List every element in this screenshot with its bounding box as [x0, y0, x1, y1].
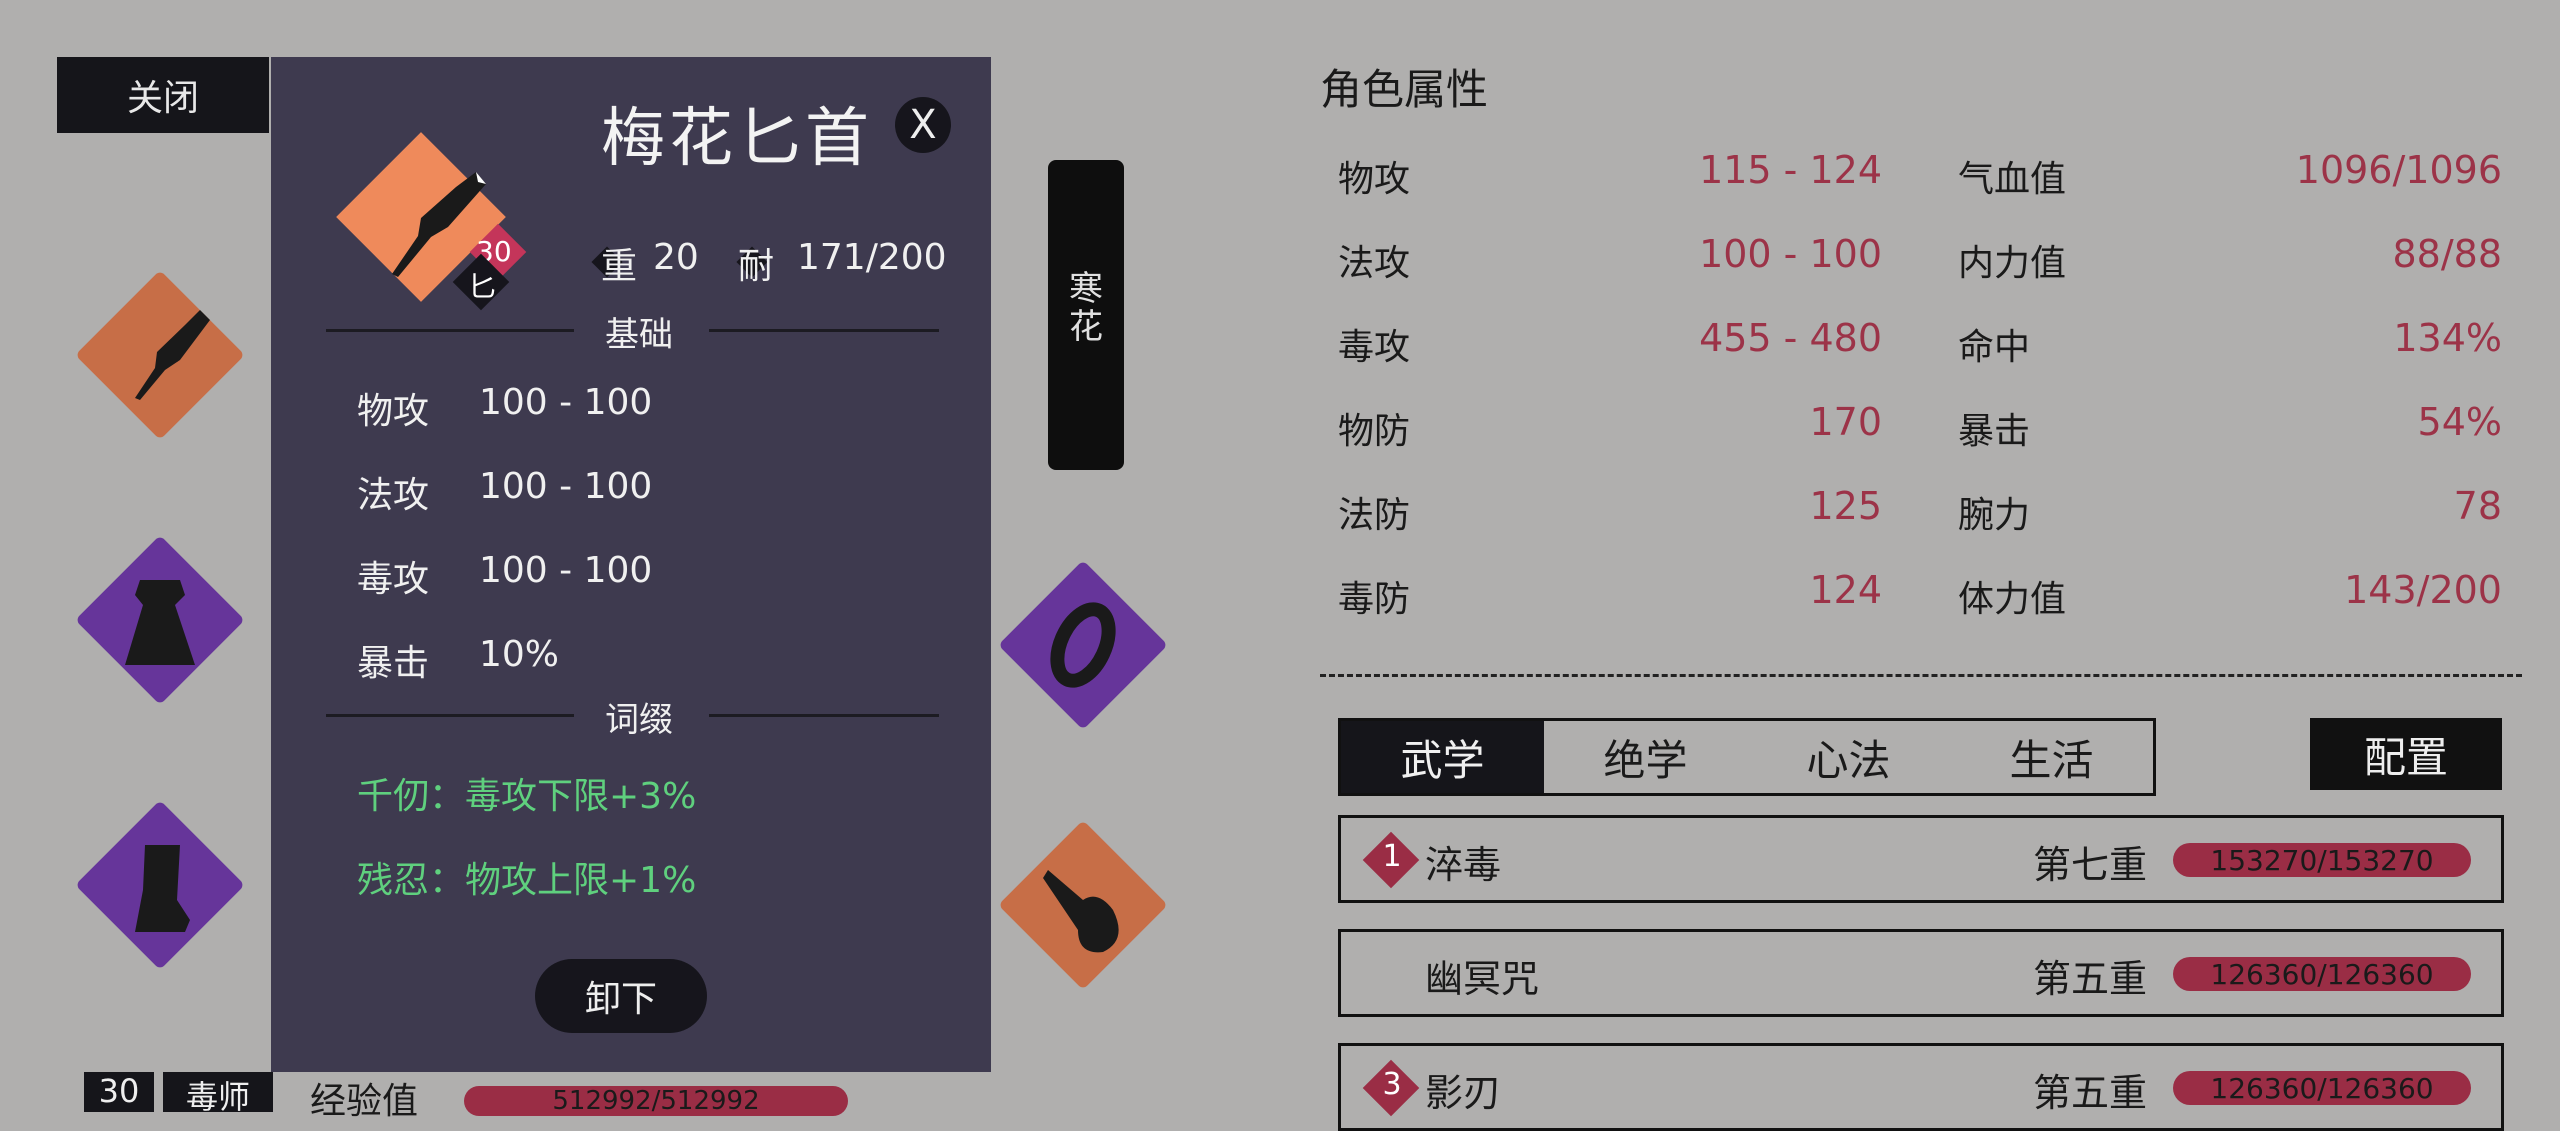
durability-label: 耐 — [738, 246, 775, 287]
attr-label: 法防 — [1338, 495, 1411, 536]
divider — [326, 714, 574, 717]
attr-label: 法攻 — [1338, 243, 1411, 284]
divider — [709, 714, 939, 717]
attr-label: 腕力 — [1958, 495, 2031, 536]
attr-value: 124 — [1809, 568, 1882, 612]
attr-value: 100 - 100 — [1699, 232, 1882, 276]
tab-mental[interactable]: 心法 — [1747, 721, 1950, 793]
tooltip-close-button[interactable]: X — [895, 97, 951, 153]
stat-value: 100 - 100 — [479, 382, 653, 423]
skill-exp-bar: 126360/126360 — [2173, 1071, 2471, 1105]
robe-icon — [125, 580, 195, 665]
skill-name: 淬毒 — [1425, 843, 1502, 887]
attr-value: 78 — [2453, 484, 2502, 528]
gourd-icon — [1043, 870, 1119, 953]
exp-bar: 512992/512992 — [464, 1086, 848, 1116]
skill-row[interactable]: 1 淬毒 第七重 153270/153270 — [1338, 815, 2504, 903]
attr-label: 内力值 — [1958, 243, 2067, 284]
attr-value: 115 - 124 — [1699, 148, 1882, 192]
item-tooltip: 梅花匕首 X 30 匕 重 20 耐 171/200 基础 物攻 100 - 1… — [271, 57, 991, 1072]
skill-name: 幽冥咒 — [1425, 957, 1540, 1001]
ring-icon — [1050, 602, 1116, 688]
skill-level: 第五重 — [2033, 957, 2148, 1001]
affix-line: 残忍：物攻上限+1% — [357, 860, 697, 901]
tab-ultimate[interactable]: 绝学 — [1544, 721, 1747, 793]
stat-label: 物攻 — [357, 391, 430, 432]
equip-slot-accessory[interactable] — [998, 820, 1168, 990]
skill-row[interactable]: 幽冥咒 第五重 126360/126360 — [1338, 929, 2504, 1017]
title-banner: 寒花 — [1048, 160, 1124, 470]
config-button[interactable]: 配置 — [2310, 718, 2502, 790]
skill-level: 第五重 — [2033, 1071, 2148, 1115]
dagger-icon — [135, 310, 210, 400]
attr-value: 143/200 — [2344, 568, 2502, 612]
attr-value: 88/88 — [2392, 232, 2502, 276]
divider — [709, 329, 939, 332]
unequip-button[interactable]: 卸下 — [535, 959, 707, 1033]
skill-exp-bar: 126360/126360 — [2173, 957, 2471, 991]
affix-line: 千仞：毒攻下限+3% — [357, 776, 697, 817]
banner-text: 寒花 — [1069, 269, 1103, 347]
attr-label: 毒攻 — [1338, 327, 1411, 368]
attr-value: 170 — [1809, 400, 1882, 444]
equip-slot-armor[interactable] — [75, 535, 245, 705]
skill-slot-number: 3 — [1382, 1067, 1402, 1102]
skill-tabs: 武学 绝学 心法 生活 — [1338, 718, 2156, 796]
skill-exp-bar: 153270/153270 — [2173, 843, 2471, 877]
attr-label: 物攻 — [1338, 159, 1411, 200]
stat-label: 暴击 — [357, 643, 430, 684]
exp-label: 经验值 — [310, 1081, 419, 1122]
stat-label: 毒攻 — [357, 559, 430, 600]
equip-slot-boots[interactable] — [75, 800, 245, 970]
divider — [326, 329, 574, 332]
item-type: 匕 — [468, 270, 497, 303]
attr-label: 物防 — [1338, 411, 1411, 452]
attr-value: 1096/1096 — [2295, 148, 2502, 192]
attr-value: 54% — [2417, 400, 2502, 444]
equip-slot-weapon[interactable] — [75, 270, 245, 440]
attributes-title: 角色属性 — [1320, 65, 1489, 114]
durability-value: 171/200 — [797, 237, 947, 278]
boots-icon — [135, 845, 190, 932]
equip-slot-ring[interactable] — [998, 560, 1168, 730]
affix-section-title: 词缀 — [605, 700, 673, 740]
attr-value: 134% — [2393, 316, 2502, 360]
character-class: 毒师 — [163, 1072, 273, 1116]
stat-label: 法攻 — [357, 475, 430, 516]
attr-label: 体力值 — [1958, 579, 2067, 620]
attr-value: 455 - 480 — [1699, 316, 1882, 360]
weight-value: 20 — [653, 237, 699, 278]
skill-level: 第七重 — [2033, 843, 2148, 887]
attr-label: 命中 — [1958, 327, 2031, 368]
stat-value: 100 - 100 — [479, 550, 653, 591]
tab-life[interactable]: 生活 — [1950, 721, 2153, 793]
weight-label: 重 — [601, 246, 638, 287]
skill-name: 影刃 — [1425, 1071, 1502, 1115]
attr-label: 暴击 — [1958, 411, 2031, 452]
attr-label: 气血值 — [1958, 159, 2067, 200]
close-button[interactable]: 关闭 — [57, 57, 269, 133]
section-divider — [1320, 674, 2522, 677]
item-title: 梅花匕首 — [601, 102, 873, 176]
attr-value: 125 — [1809, 484, 1882, 528]
tab-martial[interactable]: 武学 — [1341, 721, 1544, 793]
stat-value: 10% — [479, 634, 560, 675]
attr-label: 毒防 — [1338, 579, 1411, 620]
stat-value: 100 - 100 — [479, 466, 653, 507]
base-section-title: 基础 — [605, 315, 673, 355]
skill-slot-number: 1 — [1382, 839, 1402, 874]
skill-row[interactable]: 3 影刃 第五重 126360/126360 — [1338, 1043, 2504, 1131]
character-level: 30 — [84, 1072, 154, 1112]
